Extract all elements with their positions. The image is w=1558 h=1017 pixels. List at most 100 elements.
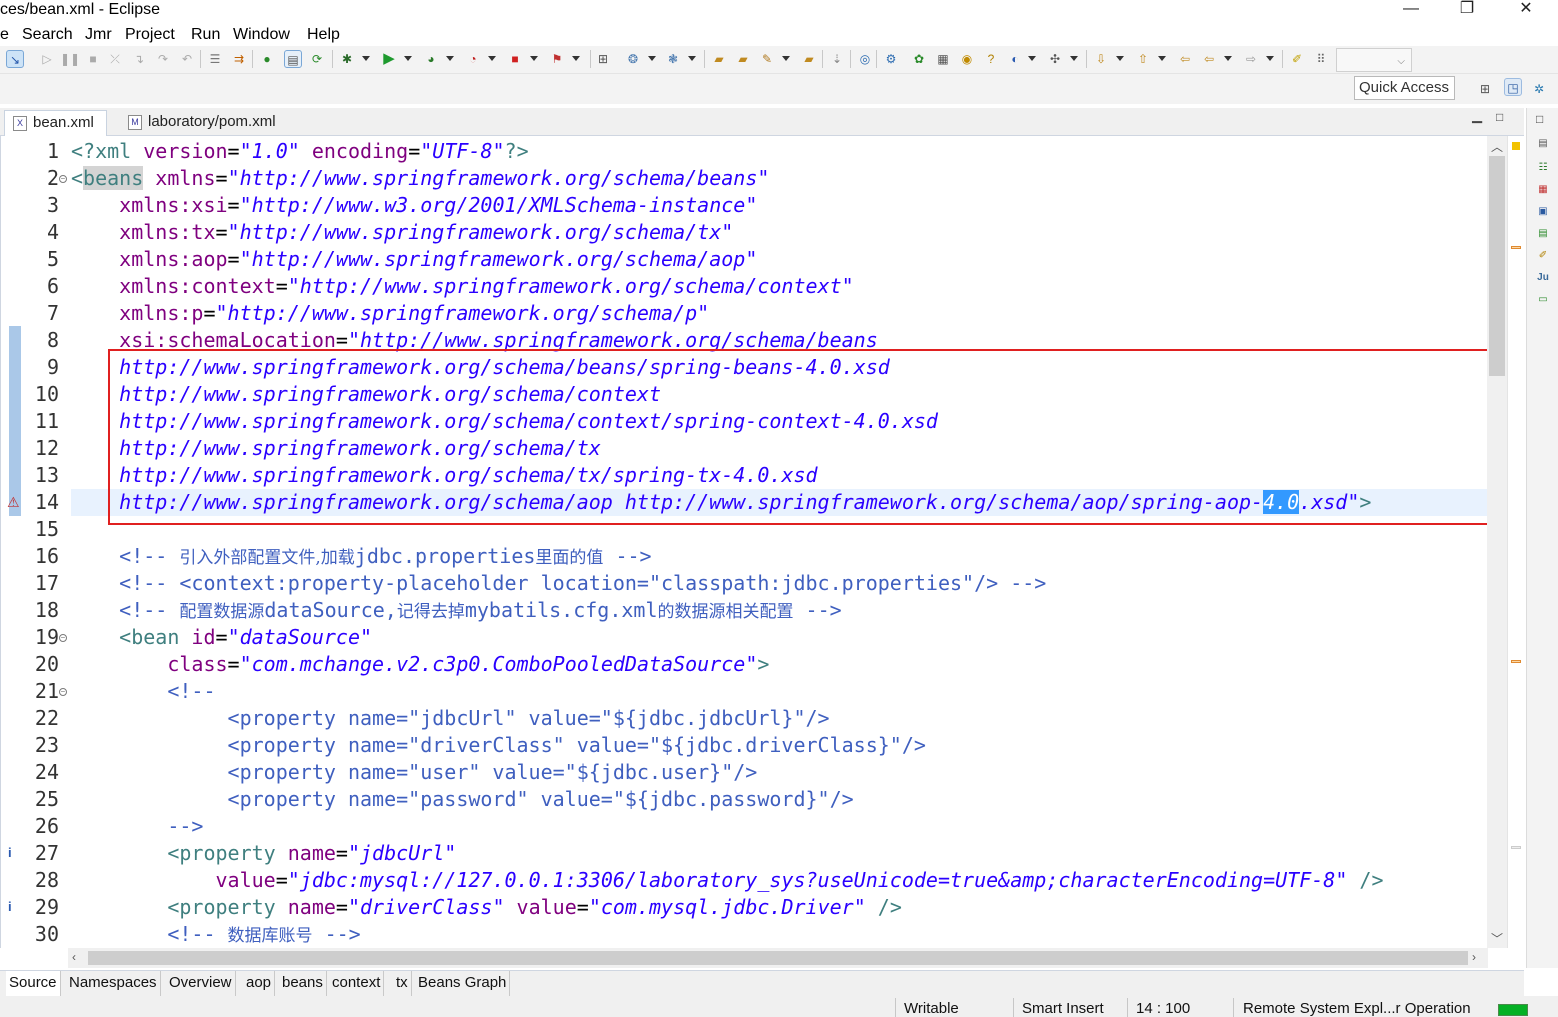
progress-view-icon[interactable]: ▭ xyxy=(1535,292,1551,308)
resume-icon[interactable]: ▷ xyxy=(38,50,56,68)
fold-collapse-icon[interactable]: – xyxy=(59,688,67,696)
stop-dropdown-icon[interactable] xyxy=(530,56,538,61)
menu-jmr[interactable]: Jmr xyxy=(85,24,112,46)
minimize-button[interactable]: — xyxy=(1388,0,1434,20)
next-edit-icon[interactable]: ⇩ xyxy=(1092,50,1110,68)
maximize-editor-icon[interactable]: □ xyxy=(1496,110,1503,124)
tab-bean-xml[interactable]: X bean.xml xyxy=(4,110,107,136)
scrollbar-thumb[interactable] xyxy=(1489,156,1505,376)
open-resource-icon[interactable]: ▰ xyxy=(734,50,752,68)
task-list-icon[interactable]: ☷ xyxy=(1535,160,1551,176)
annotation-icon[interactable]: ⇣ xyxy=(828,50,846,68)
suspend-icon[interactable]: ❚❚ xyxy=(60,50,80,68)
new-package-icon[interactable]: ❃ xyxy=(664,50,682,68)
deploy-dropdown-icon[interactable] xyxy=(572,56,580,61)
maximize-button[interactable]: ❐ xyxy=(1444,0,1490,20)
step-into-icon[interactable]: ↴ xyxy=(130,50,148,68)
fold-collapse-icon[interactable]: – xyxy=(59,634,67,642)
globe-icon[interactable]: ◐ xyxy=(1006,50,1024,68)
perspective-combo[interactable]: ⌵ xyxy=(1336,48,1412,72)
next-annotation-dropdown-icon[interactable] xyxy=(1070,56,1078,61)
markers-icon[interactable]: ▦ xyxy=(1535,182,1551,198)
overview-marker[interactable] xyxy=(1511,846,1521,849)
browser-icon[interactable]: ◎ xyxy=(856,50,874,68)
menu-project[interactable]: Project xyxy=(125,24,175,46)
menu-run[interactable]: Run xyxy=(191,24,220,46)
overview-marker[interactable] xyxy=(1511,246,1521,249)
fold-collapse-icon[interactable]: – xyxy=(59,175,67,183)
bug-icon[interactable]: ✿ xyxy=(910,50,928,68)
vertical-scrollbar[interactable]: ︿ ﹀ xyxy=(1487,136,1507,948)
console-icon[interactable]: ▣ xyxy=(1535,204,1551,220)
search-tool-icon[interactable]: ✎ xyxy=(758,50,776,68)
help-icon[interactable]: ? xyxy=(982,50,1000,68)
forward-dropdown-icon[interactable] xyxy=(1266,56,1274,61)
skip-breakpoints-icon[interactable]: ↘ xyxy=(6,50,24,68)
restore-icon[interactable]: □ xyxy=(1536,112,1543,126)
stop-icon[interactable]: ■ xyxy=(506,50,524,68)
refresh-icon[interactable]: ⟳ xyxy=(308,50,326,68)
menu-search[interactable]: Search xyxy=(22,24,73,46)
new-package-dropdown-icon[interactable] xyxy=(688,56,696,61)
forward-icon[interactable]: ⇨ xyxy=(1242,50,1260,68)
outline-icon[interactable]: ▤ xyxy=(1535,136,1551,152)
terminate-icon[interactable]: ■ xyxy=(84,50,102,68)
code-area[interactable]: <?xml version="1.0" encoding="UTF-8"?> <… xyxy=(71,138,1491,948)
progress-bar[interactable] xyxy=(1498,1004,1528,1016)
step-over-icon[interactable]: ↷ xyxy=(154,50,172,68)
open-task-icon[interactable]: ▰ xyxy=(800,50,818,68)
new-project-icon[interactable]: ⊞ xyxy=(594,50,612,68)
prev-edit-dropdown-icon[interactable] xyxy=(1158,56,1166,61)
debug-dropdown-icon[interactable] xyxy=(362,56,370,61)
junit-icon[interactable]: Ju xyxy=(1535,270,1551,286)
coverage-icon[interactable]: ◕ xyxy=(422,50,440,68)
globe-dropdown-icon[interactable] xyxy=(1028,56,1036,61)
toggle-mark-icon[interactable]: ▤ xyxy=(284,50,302,68)
open-type-icon[interactable]: ▰ xyxy=(710,50,728,68)
help-gear-icon[interactable]: ◉ xyxy=(958,50,976,68)
drop-frame-icon[interactable]: ☰ xyxy=(206,50,224,68)
new-class-icon[interactable]: ❂ xyxy=(624,50,642,68)
servers-icon[interactable]: ▤ xyxy=(1535,226,1551,242)
external-tools-icon[interactable]: ◔ xyxy=(464,50,482,68)
tab-beans-graph[interactable]: Beans Graph xyxy=(415,971,511,996)
back-dropdown-icon[interactable] xyxy=(1224,56,1232,61)
tab-overview[interactable]: Overview xyxy=(166,971,236,996)
server-start-icon[interactable]: ● xyxy=(258,50,276,68)
new-class-dropdown-icon[interactable] xyxy=(648,56,656,61)
search-tool-dropdown-icon[interactable] xyxy=(782,56,790,61)
run-icon[interactable]: ▶ xyxy=(380,50,398,68)
tab-aop[interactable]: aop xyxy=(243,971,276,996)
info-marker-icon[interactable]: i xyxy=(8,899,12,914)
next-edit-dropdown-icon[interactable] xyxy=(1116,56,1124,61)
deploy-icon[interactable]: ⚑ xyxy=(548,50,566,68)
snippets-icon[interactable]: ✐ xyxy=(1535,248,1551,264)
run-dropdown-icon[interactable] xyxy=(404,56,412,61)
scroll-up-icon[interactable]: ︿ xyxy=(1491,138,1503,155)
scroll-left-icon[interactable]: ‹ xyxy=(72,950,76,964)
minimize-editor-icon[interactable]: ▁ xyxy=(1472,108,1482,124)
scroll-right-icon[interactable]: › xyxy=(1472,950,1476,964)
disconnect-icon[interactable]: ⤫ xyxy=(106,50,124,68)
horizontal-scrollbar[interactable]: ‹ › xyxy=(68,948,1488,968)
web-service-icon[interactable]: ⚙ xyxy=(882,50,900,68)
external-tools-dropdown-icon[interactable] xyxy=(488,56,496,61)
xml-editor[interactable]: ⚠ i i 1 2 3 4 5 6 7 8 9 10 11 12 13 14 1… xyxy=(0,136,1507,948)
prev-edit-icon[interactable]: ⇧ xyxy=(1134,50,1152,68)
sql-icon[interactable]: ▦ xyxy=(934,50,952,68)
debug-icon[interactable]: ✱ xyxy=(338,50,356,68)
close-window-button[interactable]: ✕ xyxy=(1503,0,1549,20)
scrollbar-thumb[interactable] xyxy=(88,951,1468,965)
info-marker-icon[interactable]: i xyxy=(8,845,12,860)
tab-pom-xml[interactable]: M laboratory/pom.xml xyxy=(120,110,288,136)
step-return-icon[interactable]: ↶ xyxy=(178,50,196,68)
last-edit-icon[interactable]: ⇦ xyxy=(1176,50,1194,68)
pin-editor-icon[interactable]: ✐ xyxy=(1288,50,1306,68)
tab-tx[interactable]: tx xyxy=(393,971,412,996)
menu-edit[interactable]: e xyxy=(0,24,9,46)
tab-source[interactable]: Source xyxy=(6,971,61,996)
grid-icon[interactable]: ⠿ xyxy=(1312,50,1330,68)
next-annotation-icon[interactable]: ✣ xyxy=(1046,50,1064,68)
tab-context[interactable]: context xyxy=(329,971,385,996)
tab-beans[interactable]: beans xyxy=(279,971,327,996)
